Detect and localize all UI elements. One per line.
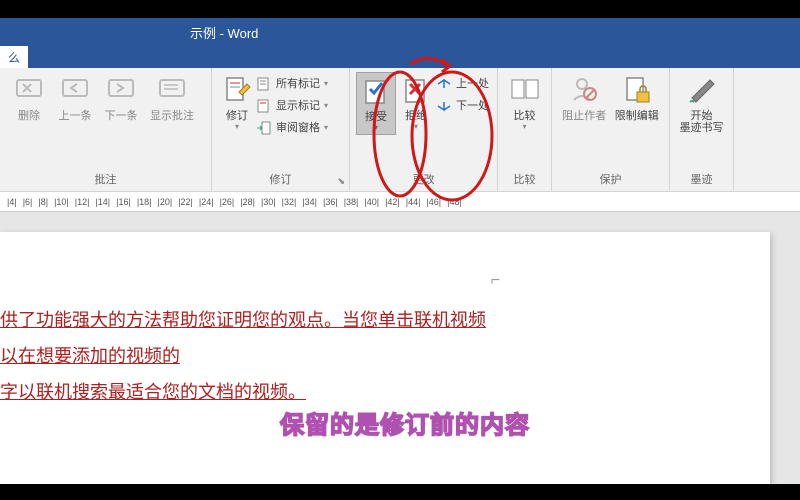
- chevron-down-icon: ▾: [374, 123, 378, 132]
- document-pencil-icon: [221, 74, 253, 106]
- chevron-down-icon: ▾: [414, 122, 418, 131]
- ribbon-tab-row: 么: [0, 46, 800, 68]
- text-cursor-icon: ⌐: [491, 272, 500, 290]
- document-lock-icon: [621, 74, 653, 106]
- ribbon: 删除 上一条 下一条 显示批注 批注 修订 ▾: [0, 68, 800, 192]
- reject-button[interactable]: 拒绝 ▾: [396, 72, 436, 131]
- chevron-down-icon: ▾: [522, 122, 526, 131]
- prev-comment-button[interactable]: 上一条: [52, 72, 98, 122]
- group-label-compare: 比较: [498, 169, 551, 191]
- document-lines-icon: [256, 76, 272, 92]
- accept-button[interactable]: 接受 ▾: [356, 72, 396, 135]
- document-page[interactable]: ⌐ 供了功能强大的方法帮助您证明您的观点。当您单击联机视频 以在想要添加的视频的…: [0, 232, 770, 484]
- show-comments-button[interactable]: 显示批注: [144, 72, 200, 122]
- compare-button[interactable]: 比较 ▾: [504, 72, 545, 131]
- track-changes-button[interactable]: 修订 ▾: [218, 72, 256, 131]
- compare-documents-icon: [509, 74, 541, 106]
- block-authors-button[interactable]: 阻止作者: [558, 72, 611, 122]
- chevron-down-icon: ▾: [324, 74, 328, 94]
- speech-bubble-next-icon: [105, 74, 137, 106]
- ribbon-tab-active[interactable]: 么: [0, 46, 28, 68]
- display-for-review-dropdown[interactable]: 所有标记 ▾: [256, 74, 328, 94]
- group-label-protect: 保护: [552, 169, 669, 191]
- chevron-down-icon: ▾: [324, 96, 328, 116]
- speech-bubble-prev-icon: [59, 74, 91, 106]
- document-line[interactable]: 字以联机搜索最适合您的文档的视频。: [0, 374, 770, 410]
- window-title: 示例 - Word: [190, 23, 258, 42]
- dialog-launcher-icon[interactable]: ⬊: [337, 176, 345, 187]
- show-markup-dropdown[interactable]: 显示标记 ▾: [256, 96, 328, 116]
- next-change-button[interactable]: 下一处: [436, 96, 489, 116]
- person-block-icon: [568, 74, 600, 106]
- delete-comment-button[interactable]: 删除: [6, 72, 52, 122]
- chevron-down-icon: ▾: [324, 118, 328, 138]
- pen-ink-icon: [686, 74, 718, 106]
- titlebar: 示例 - Word: [0, 18, 800, 46]
- start-inking-button[interactable]: 开始 墨迹书写: [676, 72, 727, 134]
- horizontal-ruler[interactable]: |4||6||8||10||12||14||16||18||20||22||24…: [0, 192, 800, 212]
- arrow-up-left-icon: [436, 76, 452, 92]
- previous-change-button[interactable]: 上一处: [436, 74, 489, 94]
- document-x-icon: [400, 74, 432, 106]
- speech-bubble-list-icon: [156, 74, 188, 106]
- document-line[interactable]: 供了功能强大的方法帮助您证明您的观点。当您单击联机视频: [0, 302, 770, 338]
- reviewing-pane-dropdown[interactable]: 审阅窗格 ▾: [256, 118, 328, 138]
- group-label-comments: 批注: [0, 169, 211, 191]
- arrow-down-right-icon: [436, 98, 452, 114]
- document-area: ⌐ 供了功能强大的方法帮助您证明您的观点。当您单击联机视频 以在想要添加的视频的…: [0, 212, 800, 484]
- chevron-down-icon: ▾: [235, 122, 239, 131]
- arrow-right-box-icon: [256, 120, 272, 136]
- document-line[interactable]: 以在想要添加的视频的: [0, 338, 770, 374]
- group-label-tracking: 修订 ⬊: [212, 169, 349, 191]
- group-label-ink: 墨迹: [670, 169, 733, 191]
- restrict-editing-button[interactable]: 限制编辑: [611, 72, 664, 122]
- group-label-changes: 更改: [350, 169, 497, 191]
- next-comment-button[interactable]: 下一条: [98, 72, 144, 122]
- speech-bubble-x-icon: [13, 74, 45, 106]
- document-check-icon: [360, 75, 392, 107]
- document-markup-icon: [256, 98, 272, 114]
